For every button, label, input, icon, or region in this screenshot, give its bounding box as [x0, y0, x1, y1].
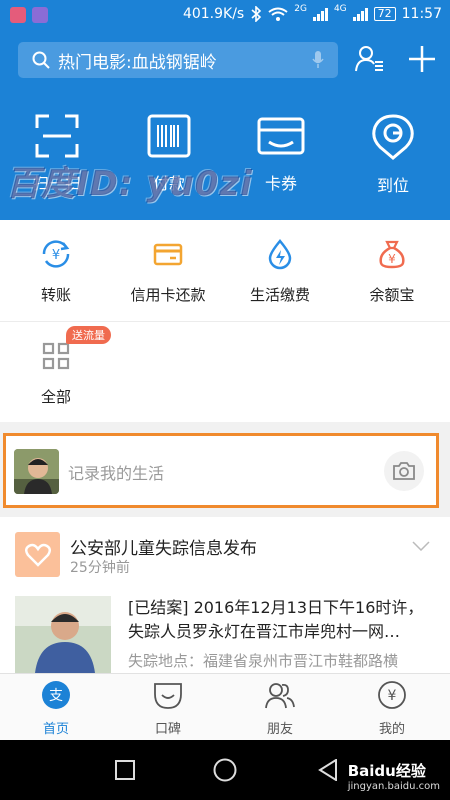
search-bar[interactable]: 热门电影:血战钢锯岭: [18, 42, 338, 78]
tab-label: 朋友: [266, 722, 293, 737]
tab-label: 口碑: [154, 722, 181, 737]
svg-text:¥: ¥: [388, 252, 396, 266]
app-notification-icon-2: [32, 7, 48, 23]
scan-icon: [35, 114, 79, 158]
status-bar: 401.9K/s 2G 4G 72 11:57: [0, 0, 450, 30]
highlight-outline: [3, 433, 439, 508]
utility-icon: [268, 239, 292, 270]
signal-icon: [312, 7, 328, 21]
bluetooth-icon: [251, 6, 262, 22]
wallet-icon: [257, 117, 305, 155]
grid-item-utilities[interactable]: 生活缴费: [224, 238, 336, 305]
wifi-icon: [268, 7, 288, 21]
quick-action-label: 到位: [376, 176, 409, 195]
tab-home[interactable]: 支 首页: [0, 680, 112, 737]
quick-action-label: 付款: [152, 174, 185, 193]
friends-tab-icon: [265, 683, 295, 709]
service-grid: ¥ 转账 信用卡还款 生活缴费 ¥ 余额宝 全部 送流量: [0, 220, 450, 422]
card-body: [已结案] 2016年12月13日下午16时许，失踪人员罗永灯在晋江市岸兜村一网…: [128, 598, 424, 641]
quick-action-pay[interactable]: 付款: [124, 114, 214, 194]
barcode-icon: [147, 114, 191, 158]
heart-icon: [24, 543, 51, 567]
tab-mine[interactable]: ¥ 我的: [336, 680, 448, 737]
all-apps-icon: [42, 342, 70, 370]
mine-tab-icon: ¥: [378, 681, 406, 709]
card-title: 公安部儿童失踪信息发布: [70, 539, 257, 559]
promo-badge: 送流量: [66, 326, 111, 344]
tab-label: 我的: [378, 722, 405, 737]
tab-label: 首页: [42, 722, 69, 737]
network-2g-label: 2G: [294, 4, 307, 14]
quick-action-card[interactable]: 卡券: [236, 114, 326, 194]
money-bag-icon: ¥: [379, 240, 405, 269]
clock: 11:57: [401, 6, 442, 22]
signal-icon-2: [352, 7, 368, 21]
svg-text:¥: ¥: [52, 248, 60, 263]
tab-koubei[interactable]: 口碑: [112, 680, 224, 737]
add-icon[interactable]: [408, 45, 436, 73]
koubei-tab-icon: [154, 683, 182, 709]
tab-friends[interactable]: 朋友: [224, 680, 336, 737]
home-button[interactable]: [213, 758, 237, 782]
card-time: 25分钟前: [70, 560, 130, 576]
header: 热门电影:血战钢锯岭 扫一扫 付款 卡券 到位 百度ID: yu0zi: [0, 30, 450, 220]
back-button[interactable]: [318, 759, 338, 781]
grid-divider: [0, 321, 450, 322]
contacts-icon[interactable]: [355, 44, 385, 74]
quick-action-nearby[interactable]: 到位: [348, 114, 438, 196]
network-speed: 401.9K/s: [182, 6, 245, 22]
app-notification-icon: [10, 7, 26, 23]
quick-action-label: 扫一扫: [32, 174, 81, 193]
grid-item-label: 生活缴费: [249, 286, 310, 304]
search-icon: [32, 51, 50, 69]
home-tab-icon: 支: [42, 681, 70, 709]
grid-item-label: 全部: [40, 388, 71, 406]
feed-card[interactable]: 公安部儿童失踪信息发布 25分钟前 [已结案] 2016年12月13日下午16时…: [0, 517, 450, 673]
recent-apps-button[interactable]: [115, 760, 135, 780]
grid-item-all[interactable]: 全部: [0, 340, 112, 407]
baidu-url: jingyan.baidu.com: [347, 781, 440, 792]
grid-item-yuebao[interactable]: ¥ 余额宝: [336, 238, 448, 305]
grid-item-label: 转账: [40, 286, 71, 304]
transfer-icon: ¥: [42, 240, 70, 268]
location-icon: [372, 114, 414, 160]
missing-child-photo: [15, 596, 111, 673]
svg-text:¥: ¥: [388, 688, 397, 704]
search-text: 热门电影:血战钢锯岭: [58, 52, 217, 73]
svg-text:支: 支: [49, 688, 63, 704]
grid-item-credit-card[interactable]: 信用卡还款: [112, 238, 224, 305]
baidu-jingyan-watermark: Baidu经验 jingyan.baidu.com: [348, 760, 440, 792]
bottom-tab-bar: 支 首页 口碑 朋友 ¥ 我的: [0, 673, 450, 740]
credit-card-icon: [153, 243, 183, 266]
grid-item-label: 余额宝: [369, 286, 415, 304]
grid-item-transfer[interactable]: ¥ 转账: [0, 238, 112, 305]
card-location: 失踪地点：福建省泉州市晋江市鞋都路横: [128, 652, 399, 670]
battery-indicator: 72: [373, 7, 396, 21]
baidu-brand: Baidu经验: [347, 762, 426, 780]
grid-item-label: 信用卡还款: [130, 286, 206, 304]
quick-action-scan[interactable]: 扫一扫: [12, 114, 102, 194]
chevron-down-icon[interactable]: [412, 541, 430, 551]
publisher-logo: [15, 532, 60, 577]
network-4g-label: 4G: [333, 4, 347, 14]
quick-action-label: 卡券: [264, 174, 297, 193]
microphone-icon[interactable]: [312, 51, 324, 69]
